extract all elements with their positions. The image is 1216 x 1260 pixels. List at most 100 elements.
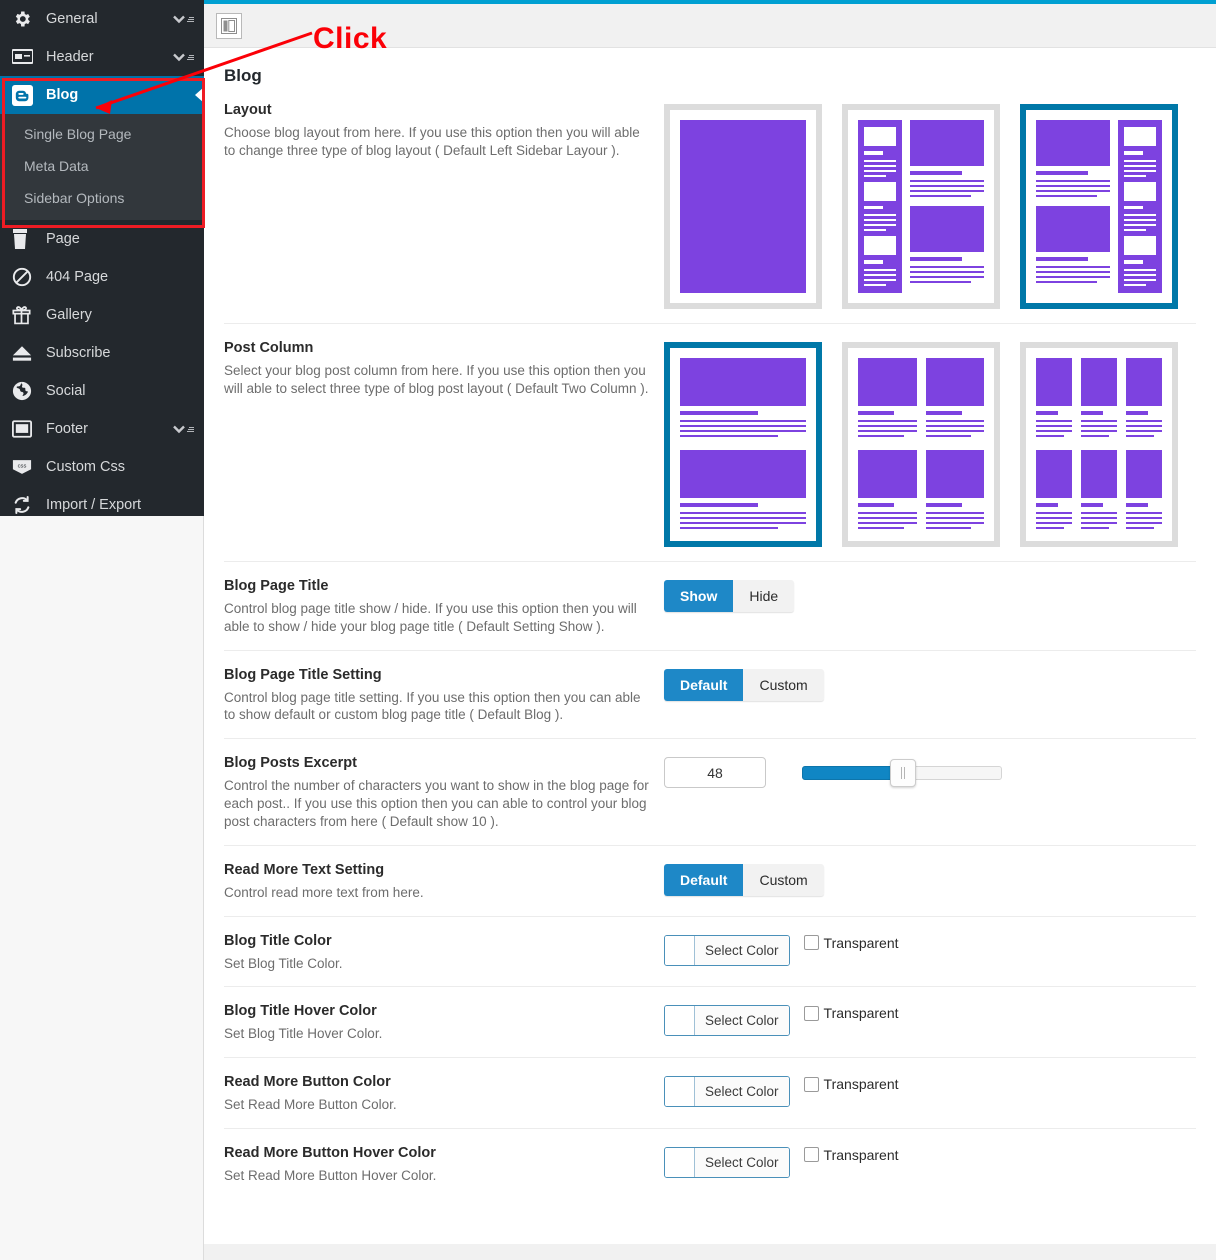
chevron-down-icon[interactable]: [172, 424, 194, 434]
sidebar-item-subscribe[interactable]: Subscribe: [0, 334, 204, 372]
sidebar-item-label: Footer: [46, 421, 88, 437]
read-more-text-custom-button[interactable]: Custom: [743, 864, 823, 896]
post-column-option-one[interactable]: [664, 342, 822, 547]
setting-control: Default Custom: [664, 667, 1196, 701]
setting-row-post-column: Post Column Select your blog post column…: [224, 324, 1196, 562]
gift-icon: [12, 304, 38, 326]
sidebar-item-custom-css[interactable]: css Custom Css: [0, 448, 204, 486]
setting-control: Select Color Transparent: [664, 1003, 1196, 1036]
setting-row-layout: Layout Choose blog layout from here. If …: [224, 86, 1196, 324]
preview-content: [1036, 120, 1110, 293]
blog-page-title-setting-custom-button[interactable]: Custom: [743, 669, 823, 701]
setting-control: [664, 340, 1196, 547]
setting-text: Blog Posts Excerpt Control the number of…: [224, 755, 664, 830]
post-column-thumbnail-group: [664, 342, 1178, 547]
setting-description: Set Read More Button Hover Color.: [224, 1167, 650, 1185]
blog-title-hover-color-transparent-toggle[interactable]: Transparent: [804, 1005, 899, 1021]
sidebar-item-page[interactable]: Page: [0, 220, 204, 258]
sidebar-item-footer[interactable]: Footer: [0, 410, 204, 448]
sidebar-item-label: Gallery: [46, 307, 92, 323]
setting-row-read-more-text-setting: Read More Text Setting Control read more…: [224, 846, 1196, 917]
setting-description: Choose blog layout from here. If you use…: [224, 124, 650, 160]
blog-page-title-show-button[interactable]: Show: [664, 580, 733, 612]
setting-row-read-more-button-hover-color: Read More Button Hover Color Set Read Mo…: [224, 1129, 1196, 1199]
color-swatch: [665, 1148, 695, 1177]
blog-posts-excerpt-input[interactable]: [664, 757, 766, 788]
sidebar-item-import-export[interactable]: Import / Export: [0, 486, 204, 524]
gear-icon: [12, 8, 38, 30]
setting-title: Blog Page Title Setting: [224, 667, 650, 683]
setting-control: Default Custom: [664, 862, 1196, 896]
read-more-button-color-transparent-toggle[interactable]: Transparent: [804, 1076, 899, 1092]
slider-handle[interactable]: [890, 759, 916, 787]
sidebar-item-header[interactable]: Header: [0, 38, 204, 76]
sidebar-item-label: General: [46, 11, 98, 27]
sidebar-subitem-sidebar-options[interactable]: Sidebar Options: [0, 182, 204, 214]
setting-row-read-more-button-color: Read More Button Color Set Read More But…: [224, 1058, 1196, 1129]
sidebar-subitem-single-blog-page[interactable]: Single Blog Page: [0, 118, 204, 150]
read-more-text-setting-toggle: Default Custom: [664, 864, 824, 896]
blog-posts-excerpt-slider[interactable]: [802, 757, 1002, 788]
blog-page-title-setting-default-button[interactable]: Default: [664, 669, 743, 701]
setting-title: Read More Button Hover Color: [224, 1145, 650, 1161]
ban-icon: [12, 266, 38, 288]
select-color-label: Select Color: [695, 936, 789, 965]
transparent-label: Transparent: [824, 1147, 899, 1163]
read-more-text-default-button[interactable]: Default: [664, 864, 743, 896]
chevron-down-icon[interactable]: [172, 52, 194, 62]
preview-one-column: [680, 358, 806, 531]
preview-sidebar: [1118, 120, 1162, 293]
setting-control: [664, 755, 1196, 788]
preview-two-column: [858, 358, 984, 531]
checkbox-icon[interactable]: [804, 1077, 819, 1092]
setting-text: Blog Page Title Control blog page title …: [224, 578, 664, 636]
preview-content: [910, 120, 984, 293]
sidebar-item-label: Social: [46, 383, 86, 399]
select-color-label: Select Color: [695, 1006, 789, 1035]
setting-text: Blog Title Hover Color Set Blog Title Ho…: [224, 1003, 664, 1043]
css-badge-icon: css: [12, 456, 38, 478]
main-sidebar: General Header Blog Sin: [0, 0, 204, 516]
setting-row-blog-page-title: Blog Page Title Control blog page title …: [224, 562, 1196, 651]
sidebar-item-blog[interactable]: Blog: [0, 76, 204, 114]
layout-option-left-sidebar[interactable]: [842, 104, 1000, 309]
color-swatch: [665, 936, 695, 965]
sidebar-item-general[interactable]: General: [0, 0, 204, 38]
read-more-button-hover-color-picker[interactable]: Select Color: [664, 1147, 790, 1178]
setting-title: Layout: [224, 102, 650, 118]
sidebar-subitem-meta-data[interactable]: Meta Data: [0, 150, 204, 182]
setting-title: Read More Text Setting: [224, 862, 650, 878]
read-more-button-hover-color-transparent-toggle[interactable]: Transparent: [804, 1147, 899, 1163]
eject-icon: [12, 342, 38, 364]
layout-option-right-sidebar[interactable]: [1020, 104, 1178, 309]
sidebar-background-filler: [0, 516, 204, 1260]
setting-row-blog-title-hover-color: Blog Title Hover Color Set Blog Title Ho…: [224, 987, 1196, 1058]
setting-title: Read More Button Color: [224, 1074, 650, 1090]
sidebar-item-gallery[interactable]: Gallery: [0, 296, 204, 334]
checkbox-icon[interactable]: [804, 935, 819, 950]
setting-row-blog-title-color: Blog Title Color Set Blog Title Color. S…: [224, 917, 1196, 988]
sidebar-item-social[interactable]: Social: [0, 372, 204, 410]
checkbox-icon[interactable]: [804, 1147, 819, 1162]
settings-list: Layout Choose blog layout from here. If …: [204, 86, 1216, 1199]
blog-title-color-transparent-toggle[interactable]: Transparent: [804, 935, 899, 951]
checkbox-icon[interactable]: [804, 1006, 819, 1021]
post-column-option-three[interactable]: [1020, 342, 1178, 547]
layout-panel-icon[interactable]: [216, 13, 242, 39]
sidebar-item-label: Custom Css: [46, 459, 125, 475]
layout-thumbnail-group: [664, 104, 1178, 309]
globe-icon: [12, 380, 38, 402]
color-swatch: [665, 1006, 695, 1035]
blog-title-hover-color-picker[interactable]: Select Color: [664, 1005, 790, 1036]
page-icon: [12, 228, 38, 250]
blog-page-title-hide-button[interactable]: Hide: [733, 580, 794, 612]
post-column-option-two[interactable]: [842, 342, 1000, 547]
blog-title-color-picker[interactable]: Select Color: [664, 935, 790, 966]
setting-title: Blog Page Title: [224, 578, 650, 594]
select-color-label: Select Color: [695, 1148, 789, 1177]
sidebar-item-404-page[interactable]: 404 Page: [0, 258, 204, 296]
read-more-button-color-picker[interactable]: Select Color: [664, 1076, 790, 1107]
chevron-down-icon[interactable]: [172, 14, 194, 24]
layout-option-full-width[interactable]: [664, 104, 822, 309]
setting-title: Blog Posts Excerpt: [224, 755, 650, 771]
